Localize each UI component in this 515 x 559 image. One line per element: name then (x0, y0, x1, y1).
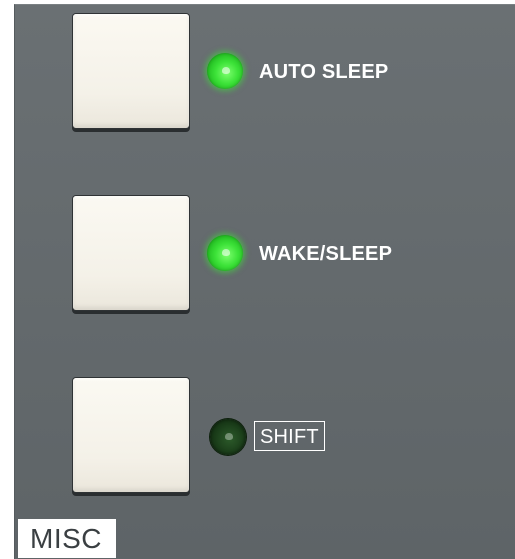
shift-label: SHIFT (254, 421, 325, 451)
shift-led-indicator (210, 419, 246, 455)
led-highlight (225, 433, 233, 440)
wake-sleep-led-indicator (207, 235, 243, 271)
led-highlight (222, 67, 230, 74)
section-label-misc: MISC (18, 519, 116, 558)
led-highlight (222, 249, 230, 256)
auto-sleep-led-indicator (207, 53, 243, 89)
wake-sleep-button[interactable] (73, 196, 189, 310)
shift-button[interactable] (73, 378, 189, 492)
auto-sleep-button[interactable] (73, 14, 189, 128)
auto-sleep-label: AUTO SLEEP (259, 61, 389, 83)
wake-sleep-label: WAKE/SLEEP (259, 243, 393, 265)
